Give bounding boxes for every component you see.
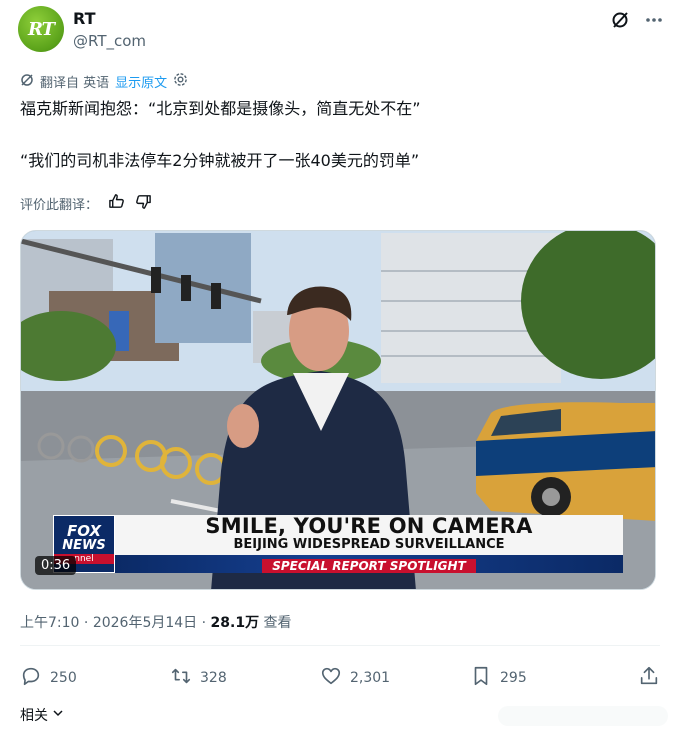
tweet-line-1: 福克斯新闻抱怨：“北京到处都是摄像头，简直无处不在” [20, 99, 421, 118]
news-lower-third: FOX NEWS nnel SMILE, YOU'RE ON CAMERA BE… [53, 515, 623, 573]
repost-count: 328 [200, 670, 227, 686]
tweet-text: 福克斯新闻抱怨：“北京到处都是摄像头，简直无处不在” “我们的司机非法停车2分钟… [20, 98, 660, 172]
share-icon [638, 665, 660, 691]
like-button[interactable]: 2,301 [320, 665, 470, 691]
divider [20, 645, 660, 646]
thumb-down-icon[interactable] [135, 193, 152, 214]
meta-separator: · [79, 615, 93, 631]
meta-separator: · [197, 615, 211, 631]
translate-icon [20, 73, 34, 91]
fox-logo-line1: FOX [66, 522, 102, 540]
bookmark-button[interactable]: 295 [470, 665, 620, 691]
caption-headline: SMILE, YOU'RE ON CAMERA [205, 514, 533, 538]
fox-logo-line2: NEWS [62, 538, 106, 553]
action-bar: 250 328 2,301 295 [20, 664, 660, 692]
share-button[interactable] [638, 665, 660, 691]
bookmark-count: 295 [500, 670, 527, 686]
chevron-down-icon [52, 707, 64, 723]
repost-icon [170, 665, 192, 691]
account-name[interactable]: RT [73, 9, 96, 28]
avatar[interactable]: RT [18, 6, 64, 52]
watermark [498, 706, 668, 726]
caption-banner: SPECIAL REPORT SPOTLIGHT [262, 559, 476, 573]
repost-button[interactable]: 328 [170, 665, 320, 691]
reply-count: 250 [50, 670, 77, 686]
tweet-time[interactable]: 上午7:10 [20, 615, 79, 631]
show-original-link[interactable]: 显示原文 [115, 72, 167, 91]
tweet-meta: 上午7:10 · 2026年5月14日 · 28.1万 查看 [20, 612, 292, 632]
video-player[interactable]: FOX NEWS nnel SMILE, YOU'RE ON CAMERA BE… [20, 230, 656, 590]
heart-icon [320, 665, 342, 691]
tweet-line-2: “我们的司机非法停车2分钟就被开了一张40美元的罚单” [20, 151, 420, 170]
more-icon[interactable] [644, 10, 664, 30]
bookmark-icon [470, 665, 492, 691]
rate-translation-label: 评价此翻译： [20, 198, 99, 213]
caption-headline-box: SMILE, YOU'RE ON CAMERA BEIJING WIDESPRE… [115, 515, 623, 555]
caption-subheadline: BEIJING WIDESPREAD SURVEILLANCE [233, 537, 505, 552]
tweet-header: RT RT @RT_com [18, 6, 664, 58]
caption-banner-box: SPECIAL REPORT SPOTLIGHT [115, 555, 623, 573]
translation-row: 翻译自 英语 显示原文 [20, 72, 188, 91]
video-duration: 0:36 [35, 556, 77, 575]
gear-icon[interactable] [173, 72, 188, 91]
views-count: 28.1万 [210, 615, 260, 631]
tweet-date[interactable]: 2026年5月14日 [93, 615, 197, 631]
grok-icon[interactable] [610, 10, 630, 30]
rate-translation-row: 评价此翻译： [20, 193, 152, 214]
translated-from-label: 翻译自 英语 [40, 76, 110, 91]
account-handle[interactable]: @RT_com [73, 32, 146, 50]
thumb-up-icon[interactable] [108, 193, 125, 214]
avatar-logo-text: RT [27, 18, 55, 40]
related-toggle[interactable]: 相关 [20, 705, 64, 725]
reply-icon [20, 665, 42, 691]
header-actions [610, 10, 664, 30]
reply-button[interactable]: 250 [20, 665, 170, 691]
like-count: 2,301 [350, 670, 391, 686]
related-label: 相关 [20, 708, 48, 724]
views-label: 查看 [259, 615, 292, 631]
